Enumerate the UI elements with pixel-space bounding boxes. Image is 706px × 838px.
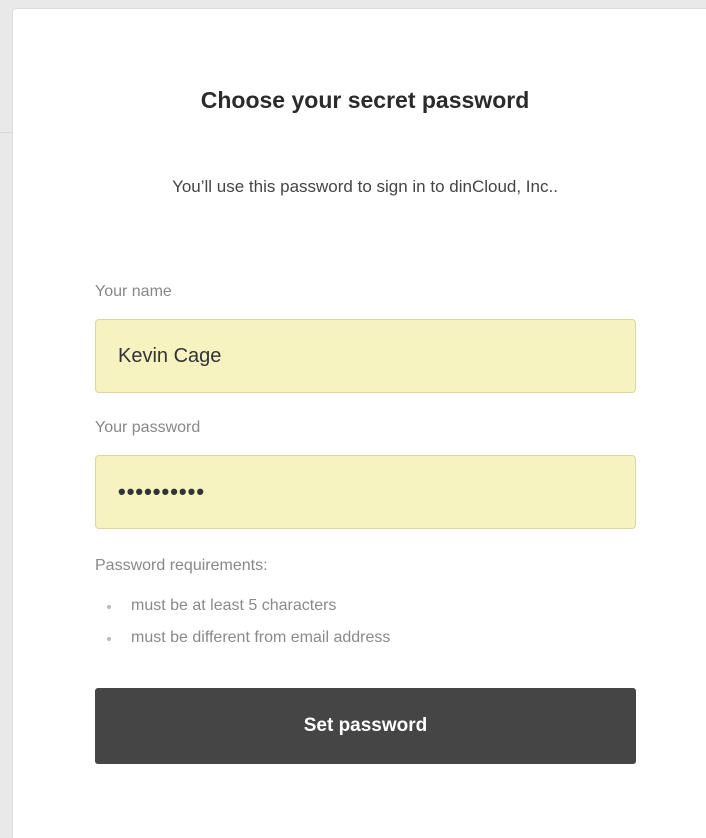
page-title: Choose your secret password xyxy=(200,87,530,113)
set-password-button[interactable]: Set password xyxy=(95,688,636,764)
bullet-icon xyxy=(107,637,111,641)
name-label: Your name xyxy=(95,283,172,300)
requirement-text: must be different from email address xyxy=(131,629,391,646)
password-input[interactable] xyxy=(95,455,636,529)
requirement-item: must be different from email address xyxy=(95,629,390,661)
requirement-text: must be at least 5 characters xyxy=(131,597,337,614)
name-input[interactable] xyxy=(95,319,636,393)
background-divider xyxy=(0,132,12,133)
page-subtitle: You’ll use this password to sign in to d… xyxy=(172,177,558,196)
requirements-heading: Password requirements: xyxy=(95,557,268,574)
password-setup-card: Choose your secret password You’ll use t… xyxy=(12,8,706,838)
password-label: Your password xyxy=(95,419,201,436)
requirements-list: must be at least 5 characters must be di… xyxy=(95,597,390,661)
bullet-icon xyxy=(107,605,111,609)
requirement-item: must be at least 5 characters xyxy=(95,597,390,629)
